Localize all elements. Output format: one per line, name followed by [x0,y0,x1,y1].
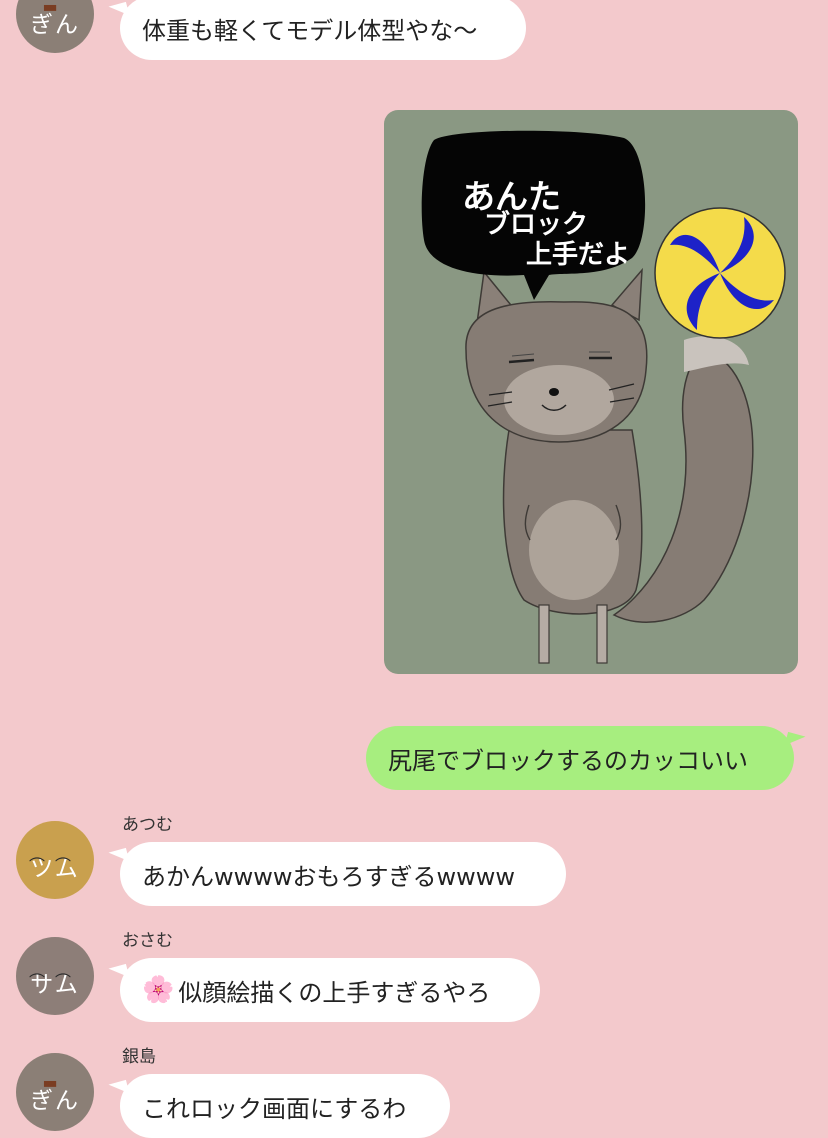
message-text: 尻尾でブロックするのカッコいい [388,746,748,775]
message-text: これロック画面にするわ [142,1094,407,1123]
message-bubble[interactable]: 体重も軽くてモデル体型やな〜 [120,0,526,60]
sender-name: あつむ [122,815,173,835]
hair-icon: ▬ [42,1073,68,1092]
hair-icon: ▬ [42,0,68,16]
message-bubble[interactable]: これロック画面にするわ [120,1074,450,1138]
message-text: 体重も軽くてモデル体型やな〜 [142,16,478,45]
message-bubble[interactable]: 🌸 似顔絵描くの上手すぎるやろ [120,958,540,1022]
message-text: あかんwwwwおもろすぎるwwww [142,862,516,891]
outgoing-message-bubble[interactable]: 尻尾でブロックするのカッコいい [366,726,794,790]
avatar-gin-top[interactable]: ▬ ぎん [16,0,94,53]
avatar-samu[interactable]: ︵︵ サム [16,937,94,1015]
message-text: 似顔絵描くの上手すぎるやろ [178,978,491,1007]
fox-character-icon [421,130,754,664]
eyebrows-icon: ︵︵ [28,961,81,980]
fox-sticker-image[interactable]: あんた ブロック 上手だよ [384,110,798,674]
message-bubble[interactable]: あかんwwwwおもろすぎるwwww [120,842,566,906]
avatar-gin[interactable]: ▬ ぎん [16,1053,94,1131]
cherry-blossom-icon: 🌸 [142,975,175,1005]
eyebrows-icon: ︵︵ [28,845,81,864]
sender-name: 銀島 [122,1047,156,1067]
sender-name: おさむ [122,931,173,951]
volleyball-icon [654,207,786,339]
avatar-tsumu[interactable]: ︵︵ ツム [16,821,94,899]
speech-line-3: 上手だよ [526,240,631,270]
